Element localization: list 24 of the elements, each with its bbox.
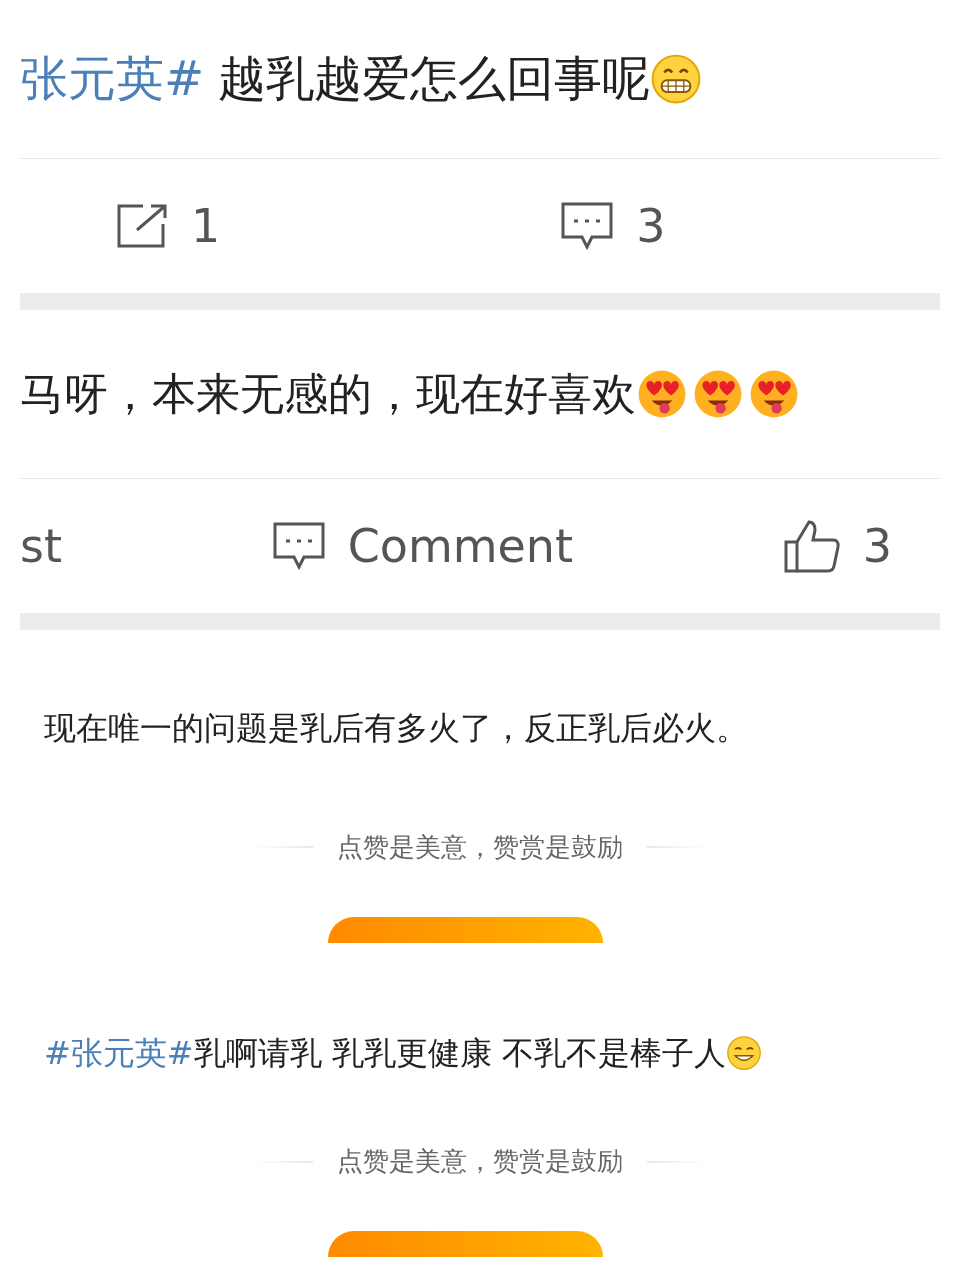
action-label[interactable]: st — [20, 519, 62, 573]
comment-button[interactable]: Comment — [271, 519, 574, 573]
reward-button[interactable] — [327, 916, 603, 943]
share-icon — [115, 202, 169, 250]
heart-eyes-emoji-icon — [692, 368, 744, 420]
post-title: 越乳越爱怎么回事呢 — [218, 49, 651, 108]
thumbs-up-icon — [782, 518, 841, 574]
comment-text: 马呀，本来无感的，现在好喜欢 — [20, 366, 636, 421]
article-text: 现在唯一的问题是乳后有多火了，反正乳后必火。 — [44, 708, 748, 749]
heart-eyes-emoji-icon — [748, 368, 800, 420]
comment-icon — [271, 521, 326, 571]
comment-icon — [560, 201, 615, 251]
comment-button[interactable]: 3 — [560, 199, 666, 253]
heart-eyes-emoji-icon — [636, 368, 688, 420]
reward-note: 点赞是美意，赞赏是鼓励 — [337, 1145, 623, 1179]
hashtag-link[interactable]: 张元英# — [20, 47, 205, 111]
like-button[interactable]: 3 — [782, 518, 892, 574]
reward-button[interactable] — [327, 1231, 603, 1258]
hashtag-link[interactable]: #张元英# — [44, 1032, 194, 1075]
reward-note: 点赞是美意，赞赏是鼓励 — [337, 830, 623, 864]
grinning-emoji-icon — [650, 53, 703, 105]
article-text: 乳啊请乳 乳乳更健康 不乳不是棒子人 — [193, 1032, 726, 1074]
share-button[interactable]: 1 — [115, 199, 221, 253]
smiling-emoji-icon — [725, 1035, 762, 1072]
